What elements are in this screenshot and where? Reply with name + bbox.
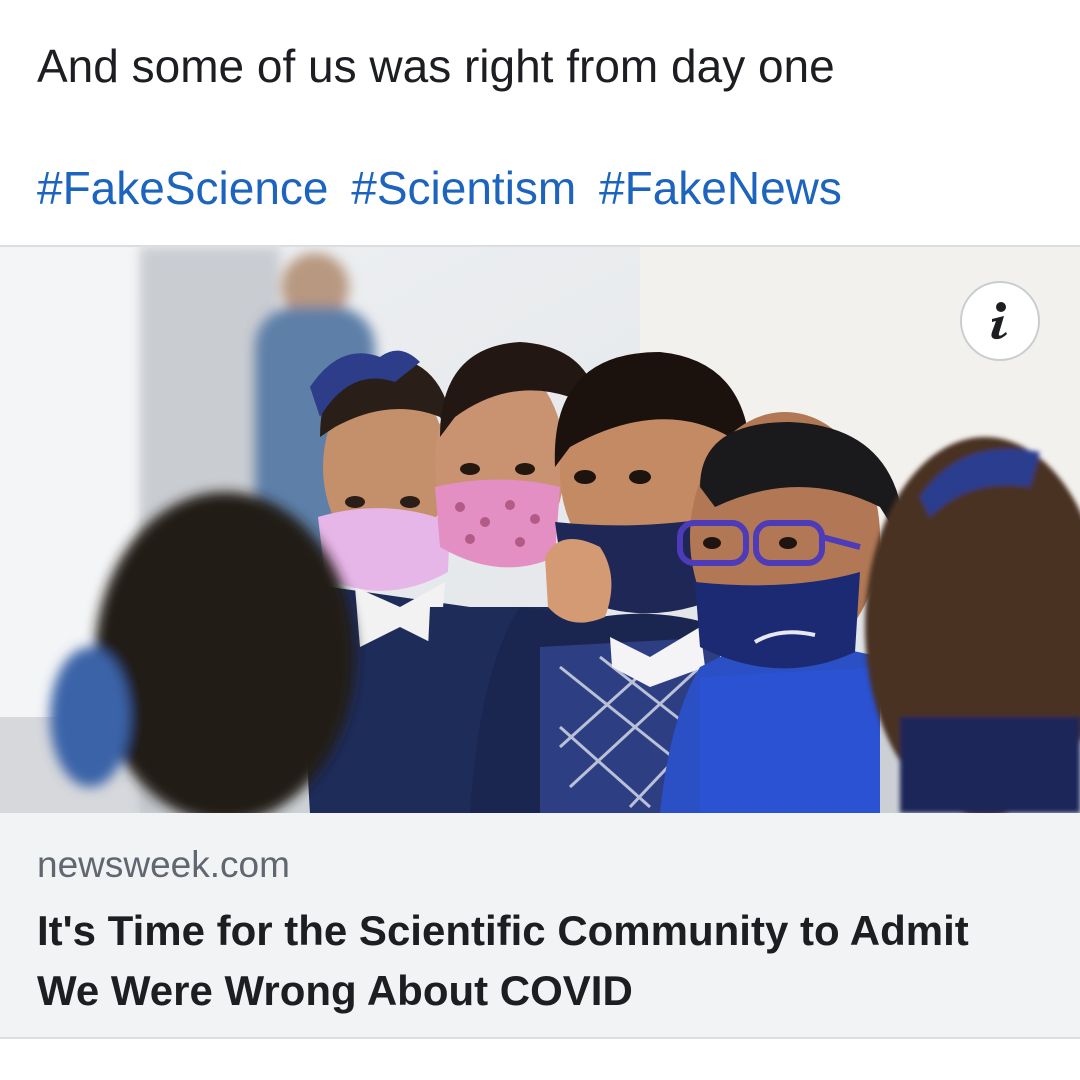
link-title: It's Time for the Scientific Community t… bbox=[37, 901, 1037, 1021]
divider bbox=[0, 1037, 1080, 1039]
link-title-line-1: It's Time for the Scientific Community t… bbox=[37, 907, 969, 954]
info-icon bbox=[991, 302, 1007, 340]
info-button[interactable] bbox=[960, 281, 1040, 361]
children-in-masks-photo bbox=[0, 247, 1080, 813]
link-domain: newsweek.com bbox=[37, 844, 290, 885]
post-text: And some of us was right from day one bbox=[37, 40, 835, 92]
post-card: And some of us was right from day one #F… bbox=[0, 0, 1080, 1080]
hashtag-fake-news[interactable]: #FakeNews bbox=[599, 162, 842, 214]
hashtag-list: #FakeScience #Scientism #FakeNews bbox=[37, 162, 852, 214]
hashtag-fake-science[interactable]: #FakeScience bbox=[37, 162, 329, 214]
link-preview-image[interactable] bbox=[0, 247, 1080, 813]
link-title-line-2: We Were Wrong About COVID bbox=[37, 967, 633, 1014]
hashtag-scientism[interactable]: #Scientism bbox=[351, 162, 576, 214]
link-preview-meta[interactable]: newsweek.com It's Time for the Scientifi… bbox=[0, 813, 1080, 1037]
